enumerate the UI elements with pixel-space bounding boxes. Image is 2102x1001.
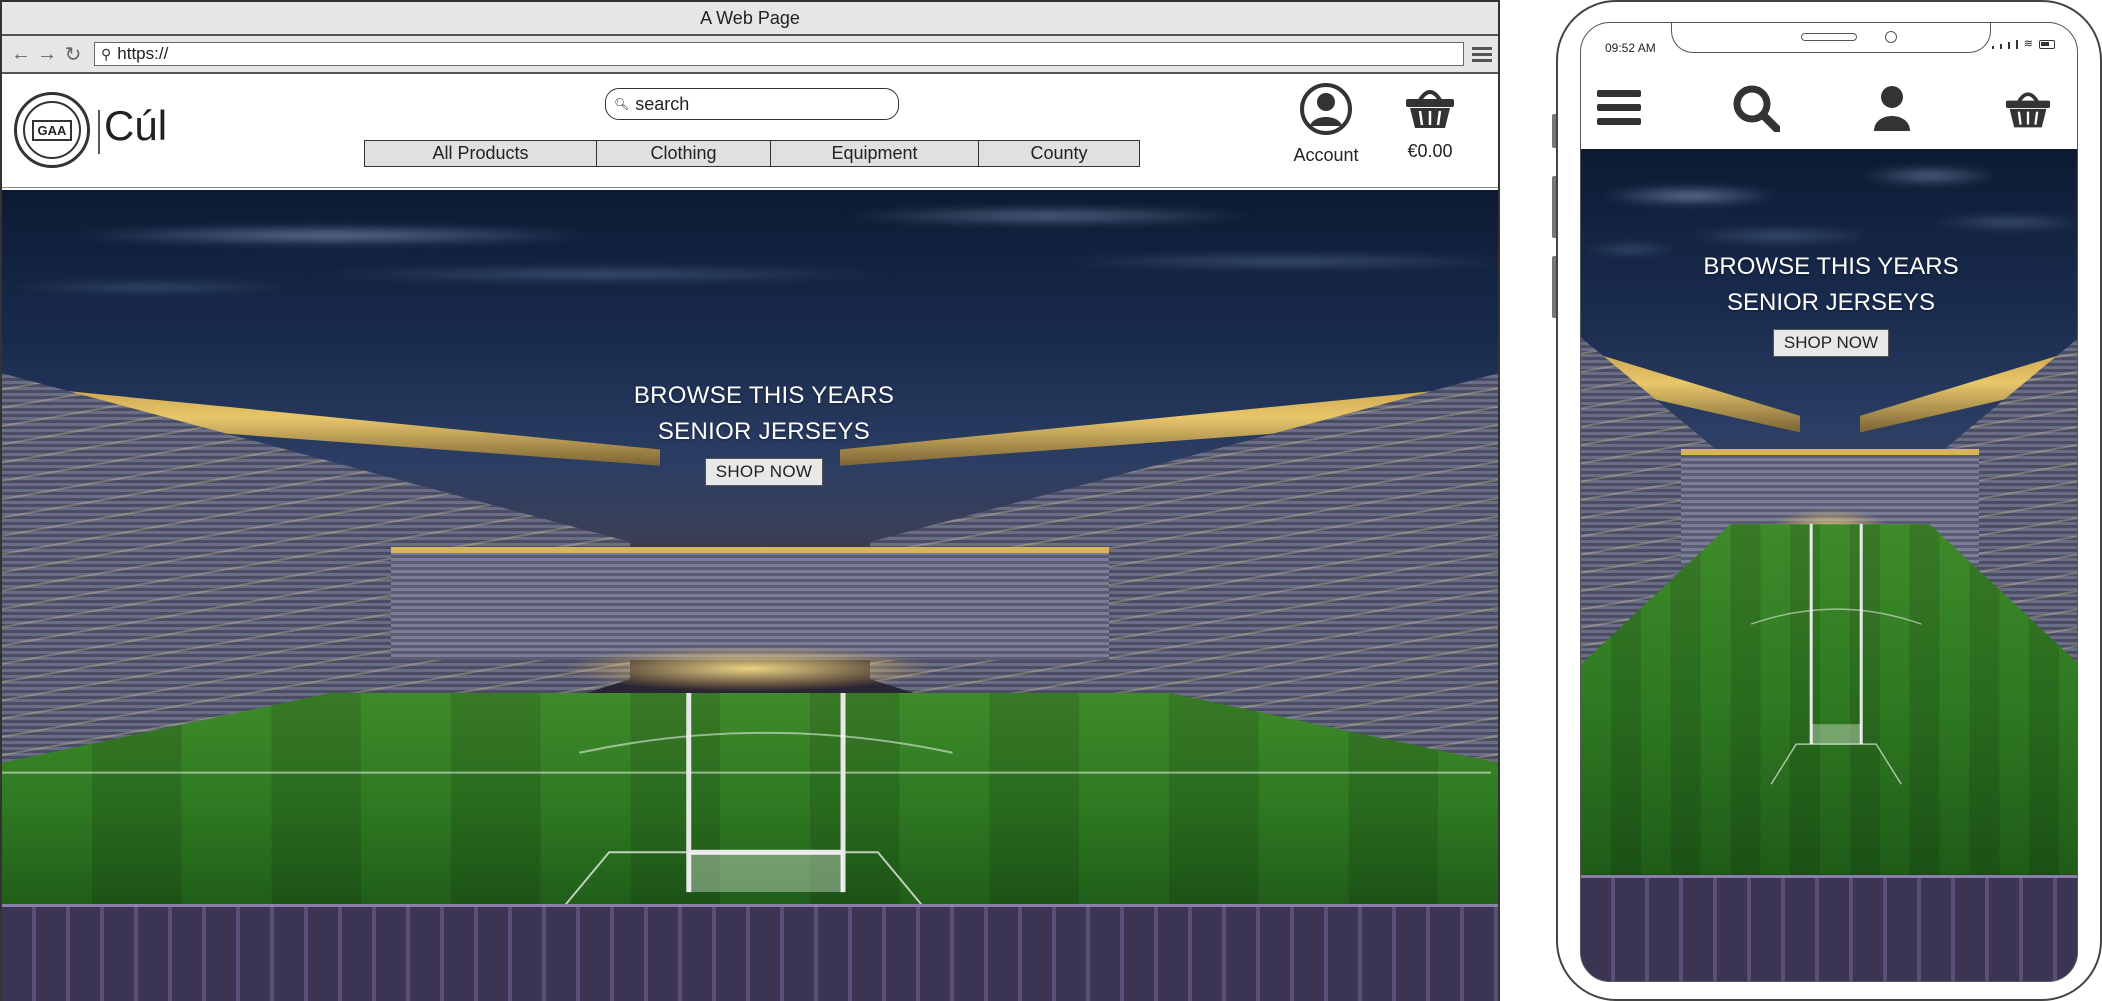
window-title: A Web Page [2, 2, 1498, 36]
site-header: GAA Cúl 🔍︎ search All Products Clothing … [2, 74, 1498, 188]
cart-link[interactable]: €0.00 [1398, 82, 1462, 162]
menu-icon[interactable] [1597, 88, 1641, 128]
search-icon[interactable] [1732, 84, 1781, 132]
account-label: Account [1293, 145, 1359, 165]
cart-icon[interactable] [2003, 85, 2053, 131]
search-icon: 🔍︎ [614, 97, 630, 111]
search-input[interactable]: 🔍︎ search [605, 88, 899, 120]
logo-text: GAA [31, 119, 73, 141]
browser-menu-icon[interactable] [1472, 46, 1492, 62]
nav-county[interactable]: County [979, 141, 1139, 166]
shop-now-button[interactable]: SHOP NOW [704, 458, 824, 486]
url-search-icon: ⚲ [101, 45, 112, 62]
nav-equipment[interactable]: Equipment [771, 141, 979, 166]
phone-hero-line-2: SENIOR JERSEYS [1726, 289, 1936, 316]
logo-divider [98, 110, 100, 154]
address-bar: ← → ↻ ⚲ https:// [2, 36, 1498, 74]
battery-icon [2039, 40, 2055, 49]
gaa-logo[interactable]: GAA [14, 92, 90, 168]
account-icon [1300, 83, 1352, 135]
nav-clothing[interactable]: Clothing [597, 141, 771, 166]
account-link[interactable]: Account [1290, 82, 1362, 166]
phone-hero-copy: BROWSE THIS YEARS SENIOR JERSEYS SHOP NO… [1681, 249, 1981, 359]
search-placeholder: search [635, 93, 690, 114]
wifi-icon: ≋ [2023, 38, 2033, 50]
hero-line-2: SENIOR JERSEYS [657, 418, 871, 445]
status-icons: ≋ [1991, 38, 2055, 50]
main-nav: All Products Clothing Equipment County [364, 140, 1140, 167]
phone-camera [1885, 31, 1897, 43]
phone-speaker [1801, 33, 1857, 41]
basket-icon [1406, 90, 1454, 128]
url-text: https:// [117, 44, 169, 63]
nav-all-products[interactable]: All Products [365, 141, 597, 166]
phone-shop-now-button[interactable]: SHOP NOW [1772, 329, 1890, 357]
cart-total: €0.00 [1407, 141, 1453, 161]
forward-icon[interactable]: → [34, 43, 60, 66]
phone-mockup: 09:52 AM ≋ BROWSE THIS YEARS SENIOR JERS… [1556, 0, 2102, 1001]
phone-nav-bar [1581, 67, 2077, 149]
phone-pitch-lines [1750, 524, 1922, 785]
back-icon[interactable]: ← [8, 43, 34, 66]
desktop-browser-window: A Web Page ← → ↻ ⚲ https:// GAA Cúl 🔍︎ s… [0, 0, 1500, 1001]
hero-copy: BROWSE THIS YEARS SENIOR JERSEYS SHOP NO… [602, 378, 926, 488]
phone-screen: 09:52 AM ≋ BROWSE THIS YEARS SENIOR JERS… [1580, 22, 2078, 982]
phone-hero-line-1: BROWSE THIS YEARS [1703, 253, 1959, 280]
url-field[interactable]: ⚲ https:// [94, 42, 1464, 66]
brand-name[interactable]: Cúl [104, 102, 167, 150]
status-time: 09:52 AM [1605, 41, 1656, 55]
account-icon[interactable] [1872, 85, 1912, 131]
pitch-lines [2, 692, 1491, 912]
reload-icon[interactable]: ↻ [60, 42, 86, 67]
hero-line-1: BROWSE THIS YEARS [633, 382, 895, 409]
hero-banner: BROWSE THIS YEARS SENIOR JERSEYS SHOP NO… [2, 190, 1498, 1001]
